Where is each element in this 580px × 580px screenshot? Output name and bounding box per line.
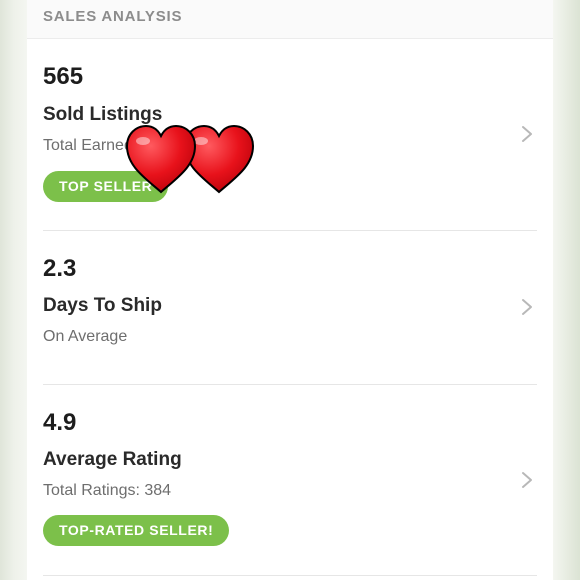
on-average-label: On Average [43,328,128,345]
sold-listings-value: 565 [43,63,84,90]
days-to-ship-value: 2.3 [43,255,77,282]
divider [43,230,537,231]
chevron-right-icon[interactable] [517,297,537,317]
heart-stickers [126,124,254,194]
chevron-right-icon[interactable] [517,470,537,490]
top-rated-seller-badge: TOP-RATED SELLER! [43,515,230,546]
total-earned-label: Total Earned: [43,137,138,154]
days-to-ship-card[interactable]: 2.3 Days To Ship On Average [43,252,537,362]
days-to-ship-title: Days To Ship [43,295,162,316]
average-rating-title: Average Rating [43,449,182,470]
average-rating-value: 4.9 [43,409,77,436]
heart-icon [126,124,197,194]
total-ratings-label: Total Ratings: 384 [43,482,172,499]
section-header: SALES ANALYSIS [27,0,553,39]
average-rating-card[interactable]: 4.9 Average Rating Total Ratings: 384 TO… [43,406,537,556]
divider [43,575,537,576]
chevron-right-icon[interactable] [517,124,537,144]
divider [43,384,537,385]
sales-analysis-screen: SALES ANALYSIS 565 Sold Listings Total E… [27,0,553,580]
heart-icon [183,124,254,194]
sold-listings-title: Sold Listings [43,104,163,125]
section-title: SALES ANALYSIS [43,8,183,25]
sold-listings-card[interactable]: 565 Sold Listings Total Earned: TOP SELL… [43,60,537,210]
